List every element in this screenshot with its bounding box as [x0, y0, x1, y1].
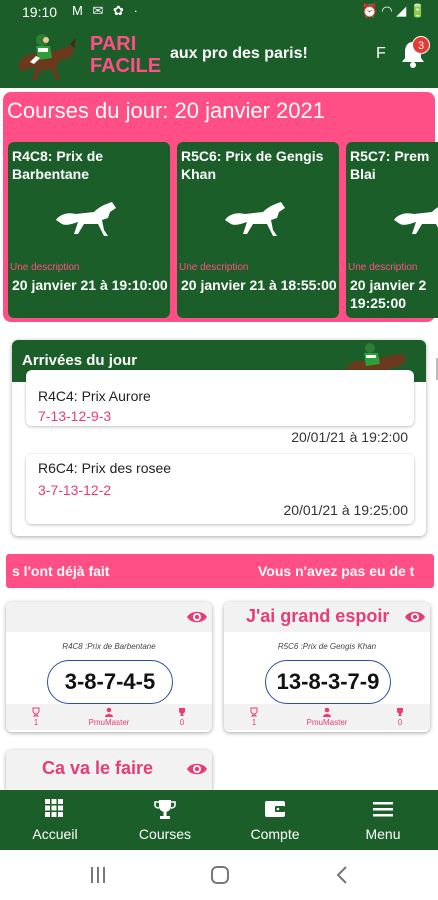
grid-icon — [45, 799, 63, 817]
pronostic-footer: 1 PmuMaster 0 — [224, 704, 430, 730]
nav-accueil[interactable]: Accueil — [0, 790, 110, 850]
pronostic-left-stat: 1 — [6, 707, 66, 727]
race-date: 20 janvier 21 à 19:10:00 — [12, 277, 168, 293]
eye-icon[interactable] — [186, 609, 208, 625]
trophy-icon — [179, 708, 185, 716]
horse-icon — [225, 202, 285, 236]
pronostic-left-stat: 1 — [224, 707, 284, 727]
pronostic-author-name: PmuMaster — [306, 718, 348, 727]
pronostic-title-bar: J'ai grand espoir — [224, 602, 430, 632]
pronostic-title: J'ai grand espoir — [246, 606, 390, 626]
system-status-icons: ⏰ ◠ ◢ 🔋 — [361, 3, 426, 18]
trophy-icon — [397, 708, 403, 716]
header-marquee-text: aux pro des paris! — [170, 45, 308, 62]
jockey-logo-icon[interactable] — [12, 28, 80, 84]
race-description: Une description — [10, 262, 80, 273]
ticker-text-left: s l'ont déjà fait — [12, 563, 110, 579]
pronostic-race: R4C8 :Prix de Barbentane — [62, 642, 156, 651]
trophy-outline-icon — [250, 707, 258, 717]
pronostic-race: R5C6 :Prix de Gengis Khan — [277, 642, 377, 651]
pronostic-right-count: 0 — [397, 718, 403, 727]
pronostic-author[interactable]: PmuMaster — [79, 707, 139, 727]
status-bar: 19:10 M ✉ ✿ · ⏰ ◠ ◢ 🔋 — [0, 0, 438, 24]
nav-courses[interactable]: Courses — [110, 790, 220, 850]
arrivee-numbers: 7-13-12-9-3 — [38, 408, 112, 424]
race-name: R5C7: Prem Blai — [350, 148, 430, 182]
app-brand: PARI FACILE — [90, 33, 161, 77]
race-name: R4C8: Prix de Barbentane — [12, 148, 104, 182]
arrivee-time: 20/01/21 à 19:2:00 — [291, 429, 408, 445]
arrivee-race-name: R6C4: Prix des rosee — [38, 460, 172, 476]
brand-line-1: PARI — [90, 33, 137, 55]
eye-icon[interactable] — [404, 609, 426, 625]
user-icon — [105, 707, 113, 717]
nav-label: Menu — [365, 826, 401, 842]
pronostic-right-count: 0 — [179, 718, 185, 727]
system-navigation-bar — [0, 850, 438, 900]
horse-icon — [394, 207, 438, 234]
notification-icons: M ✉ ✿ · — [72, 3, 141, 18]
nav-compte[interactable]: Compte — [220, 790, 330, 850]
race-card[interactable]: R5C6: Prix de Gengis Khan Une descriptio… — [177, 142, 339, 318]
pronostic-author[interactable]: PmuMaster — [297, 707, 357, 727]
nav-menu[interactable]: Menu — [328, 790, 438, 850]
nav-label: Courses — [138, 826, 192, 842]
race-card[interactable]: R4C8: Prix de Barbentane Une description… — [8, 142, 170, 318]
pronostic-title-bar: Ca va le faire — [6, 750, 212, 790]
wallet-icon — [265, 801, 285, 817]
race-card[interactable]: R5C7: Prem Blai Une description 20 janvi… — [346, 142, 438, 318]
recent-apps-icon[interactable] — [88, 866, 108, 884]
home-icon[interactable] — [210, 866, 230, 884]
nav-label: Compte — [250, 826, 300, 842]
back-icon[interactable] — [334, 866, 350, 884]
bottom-navigation: Accueil Courses Compte Menu — [0, 790, 438, 850]
pronostic-left-count: 1 — [251, 718, 257, 727]
pronostic-card[interactable]: Ca va le faire — [6, 750, 212, 790]
race-description: Une description — [348, 262, 418, 273]
race-description: Une description — [179, 262, 249, 273]
pronostic-right-stat: 0 — [152, 707, 212, 727]
pronostic-left-count: 1 — [33, 718, 39, 727]
pronostic-combo: 3-8-7-4-5 — [47, 660, 173, 704]
pronostic-card[interactable]: J'ai grand espoir R5C6 :Prix de Gengis K… — [224, 602, 430, 732]
ticker-banner: s l'ont déjà fait Vous n'avez pas eu de … — [6, 554, 434, 588]
trophy-outline-icon — [32, 707, 40, 717]
user-icon — [323, 707, 331, 717]
brand-line-2: FACILE — [90, 55, 162, 77]
status-time: 19:10 — [22, 4, 58, 20]
notification-badge: 3 — [412, 36, 430, 54]
pronostic-footer: 1 PmuMaster 0 — [6, 704, 212, 730]
arrivee-numbers: 3-7-13-12-2 — [38, 482, 112, 498]
trophy-icon — [154, 800, 176, 819]
race-date: 20 janvier 21 à 18:55:00 — [181, 277, 337, 293]
pronostic-right-stat: 0 — [370, 707, 430, 727]
nav-label: Accueil — [32, 826, 78, 842]
arrivee-race-name: R4C4: Prix Aurore — [38, 388, 151, 404]
ticker-text-right: Vous n'avez pas eu de t — [258, 563, 415, 579]
arrivees-title: Arrivées du jour — [22, 352, 138, 369]
eye-icon[interactable] — [186, 761, 208, 777]
pronostic-combo: 13-8-3-7-9 — [265, 660, 391, 704]
pronostic-title-bar — [6, 602, 212, 632]
arrivees-panel: Arrivées du jour R4C4: Prix Aurore 7-13-… — [12, 340, 426, 536]
arrivee-item[interactable]: R6C4: Prix des rosee 3-7-13-12-2 20/01/2… — [26, 454, 414, 524]
race-date: 20 janvier 2 19:25:00 — [350, 277, 427, 311]
arrivee-item[interactable]: R4C4: Prix Aurore 7-13-12-9-3 — [26, 370, 414, 426]
hamburger-icon — [373, 802, 393, 817]
pronostic-title: Ca va le faire — [42, 758, 154, 778]
horse-icon — [56, 202, 116, 236]
pronostic-author-name: PmuMaster — [88, 718, 130, 727]
courses-title: Courses du jour: 20 janvier 2021 — [7, 98, 325, 123]
pronostic-card[interactable]: R4C8 :Prix de Barbentane 3-8-7-4-5 1 Pmu… — [6, 602, 212, 732]
header-marquee-tail: F — [376, 45, 386, 62]
arrivee-time: 20/01/21 à 19:25:00 — [283, 502, 408, 518]
app-header: PARI FACILE aux pro des paris! F 3 — [0, 24, 438, 88]
race-name: R5C6: Prix de Gengis Khan — [181, 148, 324, 182]
